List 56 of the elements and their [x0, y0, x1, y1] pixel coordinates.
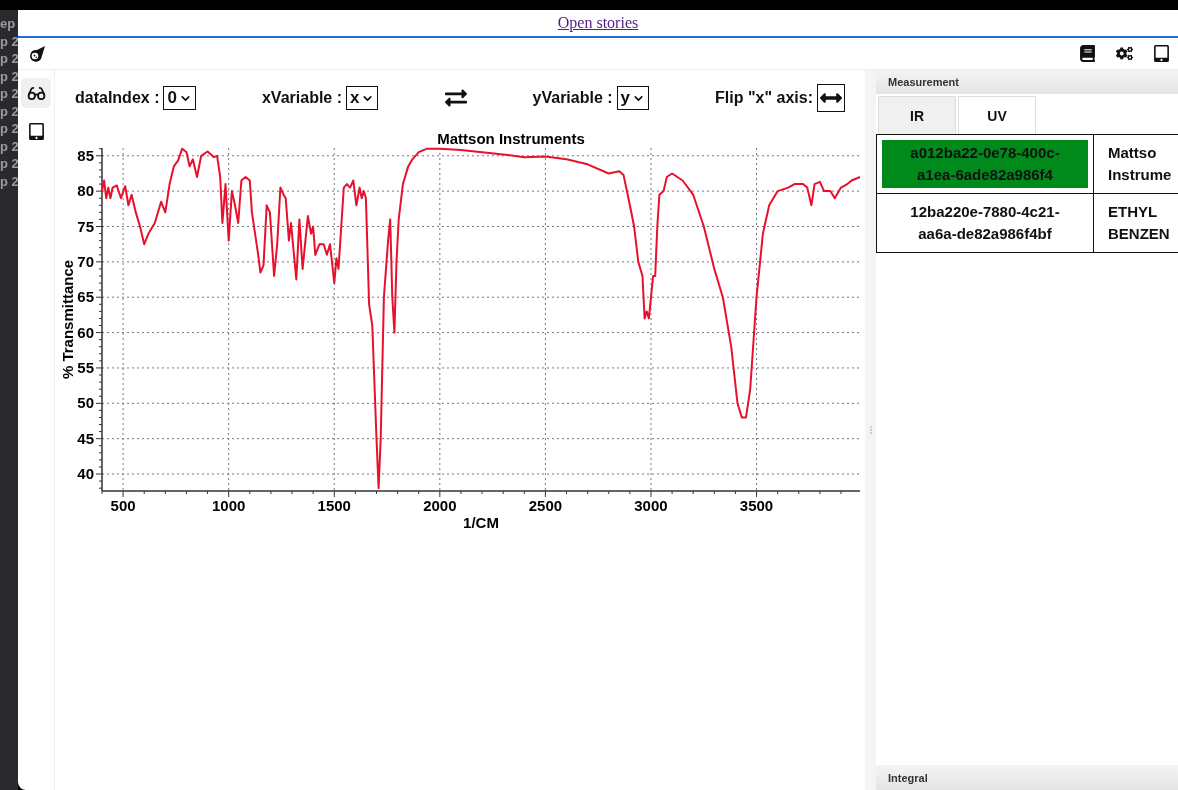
tick-label: 3000 — [634, 497, 668, 514]
tick-label: 75 — [77, 217, 94, 235]
tick-label: 3500 — [739, 497, 774, 514]
flip-axis-button[interactable] — [816, 84, 845, 112]
table-cell-text: ETHYL — [1108, 202, 1159, 222]
background-text: p 2 — [0, 50, 18, 68]
variable-select[interactable]: y — [616, 86, 650, 110]
tick-label: 1500 — [317, 497, 351, 514]
book-icon[interactable] — [1079, 45, 1096, 62]
tick-label: 40 — [77, 465, 94, 483]
x-axis-label: 1/CM — [463, 514, 499, 531]
grip-icon[interactable] — [869, 426, 872, 434]
tablet-icon[interactable] — [1153, 45, 1170, 62]
tick-label: 70 — [77, 252, 94, 270]
table-cell[interactable]: 12ba220e-7880-4c21-aa6a-de82a986f4bf — [882, 199, 1088, 247]
variable-select[interactable]: 0 — [163, 86, 196, 110]
glasses-icon[interactable] — [21, 78, 51, 108]
control-label: yVariable : — [532, 89, 613, 107]
background-text: p 2 — [0, 137, 18, 155]
background-text: p 2 — [0, 67, 18, 85]
panel-header[interactable]: Measurement — [876, 70, 1178, 94]
tick-label: 55 — [77, 358, 94, 376]
chart-title: Mattson Instruments — [437, 130, 585, 147]
background-text: p 2 — [0, 32, 18, 50]
tick-label: 500 — [110, 497, 136, 514]
tick-label: 2000 — [423, 497, 457, 514]
table-cell-text: Instrume — [1108, 165, 1173, 185]
settings-icon[interactable] — [1116, 45, 1133, 62]
background-text: p 2 — [0, 120, 18, 138]
background-text: p 2 — [0, 172, 18, 190]
open-stories-link[interactable]: Open stories — [557, 14, 639, 32]
tick-label: 80 — [77, 182, 94, 200]
control-label: Flip "x" axis: — [715, 89, 813, 107]
tick-label: 65 — [77, 288, 94, 306]
background-text: p 2 — [0, 102, 18, 120]
control-label: xVariable : — [261, 89, 342, 107]
tick-label: 60 — [77, 323, 94, 341]
logo-icon — [28, 44, 46, 63]
background-text: ep — [0, 15, 17, 33]
tab[interactable]: IR — [878, 96, 956, 134]
tick-label: 50 — [77, 394, 94, 412]
tick-label: 45 — [77, 429, 94, 447]
background-text: p 2 — [0, 85, 18, 103]
tick-label: 1000 — [212, 497, 246, 514]
variable-select[interactable]: x — [346, 86, 379, 110]
table-cell-text: BENZEN — [1108, 224, 1171, 244]
background-text: p 2 — [0, 155, 18, 173]
table-cell-text: Mattso — [1108, 143, 1158, 163]
y-axis-label: % Transmittance — [59, 259, 76, 380]
table-cell[interactable]: a012ba22-0e78-400c-a1ea-6ade82a986f4 — [882, 140, 1088, 188]
tick-label: 85 — [77, 146, 94, 164]
swap-icon[interactable] — [444, 87, 467, 109]
panel-header[interactable]: Integral — [876, 765, 1178, 790]
tab[interactable]: UV — [958, 96, 1036, 134]
control-label: dataIndex : — [75, 89, 160, 107]
tick-label: 2500 — [528, 497, 563, 514]
